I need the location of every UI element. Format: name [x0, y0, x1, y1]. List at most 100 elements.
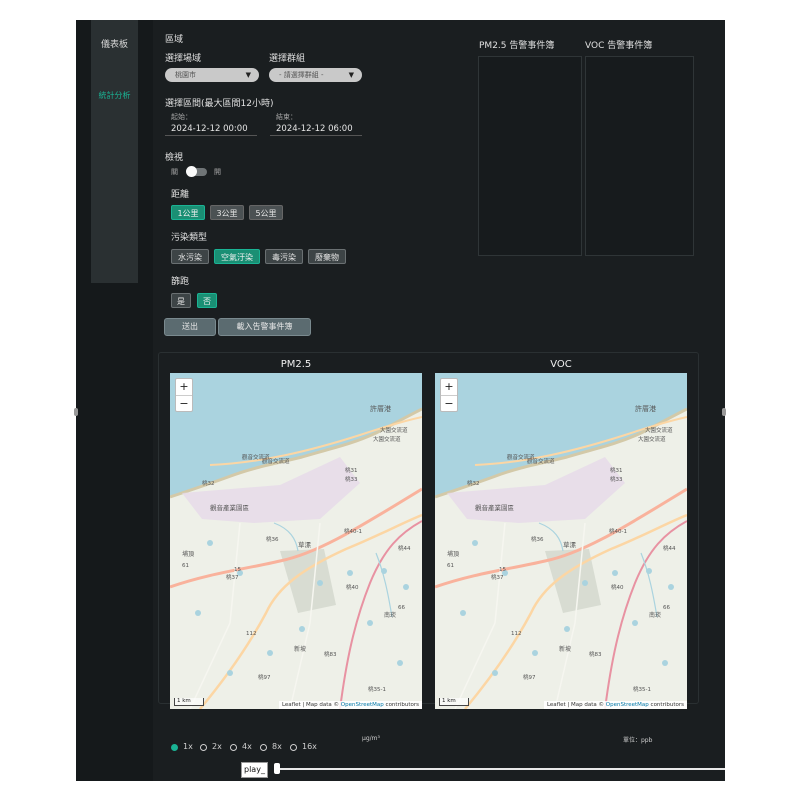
toggle-on-label: 開: [214, 168, 221, 176]
place-label: 桃40-1: [609, 527, 627, 535]
place-label: 15: [234, 567, 241, 573]
zoom-in-button[interactable]: +: [441, 379, 457, 396]
place-label: 桃37: [226, 573, 239, 581]
attribution-suffix: contributors: [648, 702, 684, 708]
zoom-in-button[interactable]: +: [176, 379, 192, 396]
place-label: 桃44: [398, 544, 411, 552]
map-title-voc: VOC: [550, 359, 572, 370]
place-label: 桃83: [324, 650, 337, 658]
place-label: 桃44: [663, 544, 676, 552]
map-tiles: 許厝港大園交流道大園交流道觀音交流道觀音交流道桃31桃33桃32觀音產業園區桃3…: [170, 373, 422, 709]
pond: [472, 540, 478, 546]
place-label: 61: [447, 563, 454, 569]
section-title-area: 區域: [165, 35, 184, 45]
play-button[interactable]: play_: [241, 762, 268, 778]
region-select[interactable]: 桃園市 ▼: [165, 68, 259, 82]
speed-label: 4x: [242, 742, 252, 751]
distance-1km-button[interactable]: 1公里: [171, 205, 205, 220]
place-label: 112: [246, 631, 257, 637]
load-alert-log-button[interactable]: 載入告警事件簿: [218, 318, 311, 336]
speed-radio-8x[interactable]: [260, 744, 267, 751]
main-content: 區域 選擇場域 選擇群組 桃園市 ▼ - 請選擇群組 - ▼ 選擇區間(最大區間…: [153, 20, 725, 781]
place-label: 桃35-1: [368, 685, 386, 693]
pollution-water-button[interactable]: 水污染: [171, 249, 209, 264]
pond: [367, 620, 373, 626]
pond: [668, 584, 674, 590]
maps-panel: PM2.5 VOC 許厝港 大園交流道 大園交流道 觀音交流道 觀音交流道 桃31 桃33 桃…: [158, 352, 699, 709]
place-label: 桃40: [611, 583, 624, 591]
playback-slider-handle[interactable]: [274, 763, 280, 774]
distance-3km-button[interactable]: 3公里: [210, 205, 244, 220]
speed-radio-4x[interactable]: [230, 744, 237, 751]
osm-link[interactable]: OpenStreetMap: [341, 702, 384, 708]
attribution-suffix: contributors: [383, 702, 419, 708]
pollution-type-label: 污染類型: [171, 233, 208, 243]
speed-radio-1x[interactable]: [171, 744, 178, 751]
zoom-out-button[interactable]: −: [441, 396, 457, 412]
pond: [299, 626, 305, 632]
chevron-down-icon: ▼: [245, 71, 251, 79]
group-label: 選擇群組: [269, 54, 306, 64]
map-scale: 1 km: [439, 698, 469, 706]
pm25-unit-label: μg/m³: [362, 735, 380, 742]
distance-5km-button[interactable]: 5公里: [249, 205, 283, 220]
pollution-air-button[interactable]: 空氣汙染: [214, 249, 260, 264]
place-label: 桃40: [346, 583, 359, 591]
filter-yes-button[interactable]: 是: [171, 293, 191, 308]
pond: [612, 570, 618, 576]
pond: [632, 620, 638, 626]
voc-map[interactable]: 許厝港 大園交流道 大園交流道 觀音交流道 觀音交流道 桃31 桃33 桃32 觀音產業園區 桃3…: [435, 373, 687, 709]
range-label: 選擇區間(最大區間12小時): [165, 99, 274, 109]
speed-label: 2x: [212, 742, 222, 751]
place-label: 新坡: [294, 645, 306, 653]
start-datetime-input[interactable]: 2024-12-12 00:00: [165, 122, 257, 136]
place-label: 草漯: [563, 540, 577, 549]
end-label: 結束：: [276, 113, 297, 121]
pond: [267, 650, 273, 656]
playback-track[interactable]: [274, 768, 725, 770]
end-datetime-input[interactable]: 2024-12-12 06:00: [270, 122, 362, 136]
distance-label: 距離: [171, 190, 190, 200]
pond: [227, 670, 233, 676]
place-label: 桃36: [266, 535, 279, 543]
sidebar-item-statistics[interactable]: 統計分析: [91, 90, 138, 101]
speed-label: 8x: [272, 742, 282, 751]
filter-label: 篩跑: [171, 277, 190, 287]
place-label: 大園交流道: [380, 426, 408, 434]
place-label: 桃32: [467, 479, 480, 487]
pond: [582, 580, 588, 586]
pollution-waste-button[interactable]: 廢棄物: [308, 249, 346, 264]
place-label: 桃97: [523, 673, 536, 681]
pm25-log-title: PM2.5 告警事件簿: [479, 41, 555, 51]
place-label: 新坡: [559, 645, 571, 653]
group-select[interactable]: - 請選擇群組 - ▼: [269, 68, 362, 82]
filter-no-button[interactable]: 否: [197, 293, 217, 308]
map-tiles: 許厝港大園交流道大園交流道觀音交流道觀音交流道桃31桃33桃32觀音產業園區桃3…: [435, 373, 687, 709]
place-label: 桃40-1: [344, 527, 362, 535]
view-toggle[interactable]: [186, 166, 207, 177]
pond: [662, 660, 668, 666]
place-label: 桃36: [531, 535, 544, 543]
osm-link[interactable]: OpenStreetMap: [606, 702, 649, 708]
zoom-out-button[interactable]: −: [176, 396, 192, 412]
pond: [403, 584, 409, 590]
region-select-value: 桃園市: [175, 71, 196, 79]
left-edge-handle[interactable]: [74, 408, 78, 416]
pollution-toxic-button[interactable]: 毒污染: [265, 249, 303, 264]
place-label: 觀音交流道: [262, 457, 290, 465]
voc-alert-log[interactable]: [585, 56, 694, 256]
pm25-map[interactable]: 許厝港 大園交流道 大園交流道 觀音交流道 觀音交流道 桃31 桃33 桃32 觀音產業園區 桃3…: [170, 373, 422, 709]
pm25-alert-log[interactable]: [478, 56, 582, 256]
pond: [564, 626, 570, 632]
speed-radio-16x[interactable]: [290, 744, 297, 751]
place-label: 許厝港: [635, 404, 656, 413]
place-label: 112: [511, 631, 522, 637]
pond: [397, 660, 403, 666]
sidebar-item-dashboard[interactable]: 儀表板: [91, 37, 138, 50]
place-label: 埔頂: [182, 550, 194, 558]
view-label: 檢視: [165, 153, 184, 163]
place-label: 許厝港: [370, 404, 391, 413]
speed-radio-2x[interactable]: [200, 744, 207, 751]
submit-button[interactable]: 送出: [164, 318, 216, 336]
right-edge-handle[interactable]: [722, 408, 726, 416]
